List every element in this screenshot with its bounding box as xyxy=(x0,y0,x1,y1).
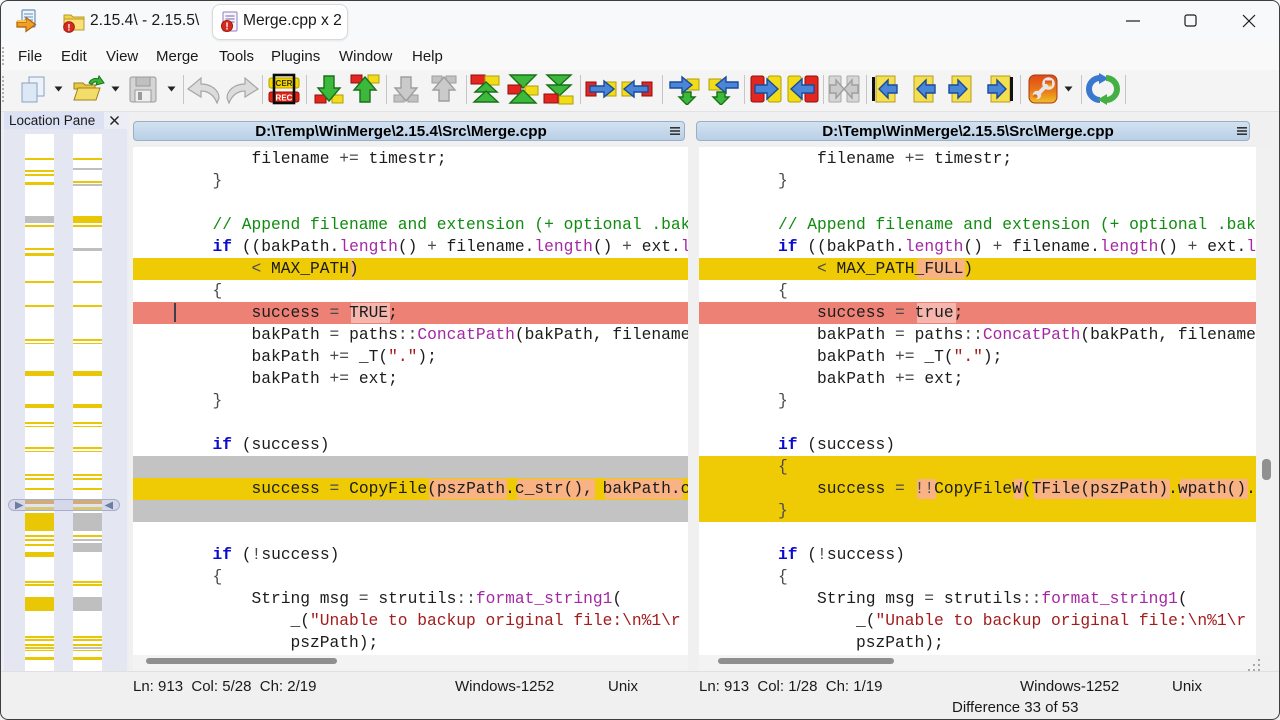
svg-text:!: ! xyxy=(225,22,228,33)
svg-text:!: ! xyxy=(67,22,70,33)
svg-text:REC: REC xyxy=(276,94,293,103)
svg-text:CER: CER xyxy=(276,79,293,88)
